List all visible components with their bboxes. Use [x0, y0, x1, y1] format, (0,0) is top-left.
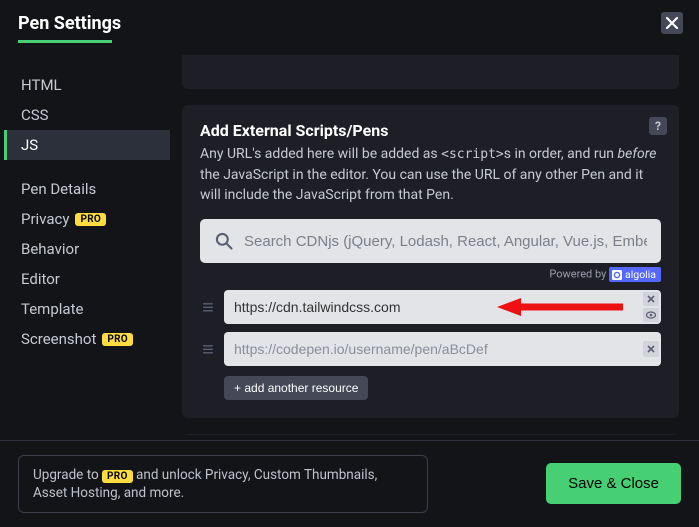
algolia-badge[interactable]: algolia — [609, 267, 661, 282]
sidebar-item-label: Behavior — [21, 240, 79, 258]
cdn-search-row — [200, 219, 661, 263]
panel-description: Any URL's added here will be added as <s… — [200, 144, 661, 205]
sidebar-item-pen-details[interactable]: Pen Details — [4, 174, 170, 204]
pro-badge: PRO — [75, 213, 106, 226]
cdn-search-input[interactable] — [244, 233, 647, 250]
drag-handle-icon[interactable]: ≡ — [200, 303, 216, 312]
sidebar-item-label: Pen Details — [21, 180, 96, 198]
sidebar-item-label: Template — [21, 300, 83, 318]
sidebar-item-screenshot[interactable]: Screenshot PRO — [4, 324, 170, 354]
resource-url-input[interactable] — [224, 332, 661, 366]
algolia-icon — [612, 270, 622, 280]
sidebar-item-label: CSS — [21, 106, 49, 124]
settings-content[interactable]: ? Add External Scripts/Pens Any URL's ad… — [170, 55, 697, 435]
view-resource-button[interactable] — [643, 308, 659, 322]
resource-row: ≡ — [200, 290, 661, 324]
close-icon — [647, 295, 655, 303]
external-scripts-panel: ? Add External Scripts/Pens Any URL's ad… — [182, 105, 679, 418]
sidebar-item-behavior[interactable]: Behavior — [4, 234, 170, 264]
remove-resource-button[interactable] — [643, 341, 659, 357]
prev-panel-stub — [182, 55, 679, 89]
sidebar-item-label: JS — [21, 136, 38, 154]
modal-footer: Upgrade to PRO and unlock Privacy, Custo… — [0, 440, 699, 527]
modal-title: Pen Settings — [18, 13, 121, 34]
sidebar-item-label: Screenshot — [21, 330, 96, 348]
close-icon — [647, 345, 655, 353]
help-button[interactable]: ? — [649, 117, 667, 135]
sidebar-item-css[interactable]: CSS — [4, 100, 170, 130]
sidebar-item-label: HTML — [21, 76, 62, 94]
modal-body: HTML CSS JS Pen Details Privacy PRO Behav… — [0, 55, 699, 435]
panel-title: Add External Scripts/Pens — [200, 121, 661, 140]
resource-url-input[interactable] — [224, 290, 661, 324]
close-icon — [666, 17, 678, 29]
search-icon — [214, 231, 234, 251]
sidebar-item-label: Editor — [21, 270, 60, 288]
pro-badge: PRO — [102, 470, 133, 483]
pen-settings-modal: Pen Settings HTML CSS JS Pen Details Pri… — [0, 0, 699, 527]
sidebar-item-js[interactable]: JS — [4, 130, 170, 160]
resource-row: ≡ — [200, 332, 661, 366]
sidebar-item-html[interactable]: HTML — [4, 70, 170, 100]
sidebar-item-privacy[interactable]: Privacy PRO — [4, 204, 170, 234]
settings-sidebar: HTML CSS JS Pen Details Privacy PRO Behav… — [0, 55, 170, 435]
close-button[interactable] — [661, 12, 683, 34]
pro-badge: PRO — [102, 333, 133, 346]
sidebar-item-label: Privacy — [21, 210, 69, 228]
save-close-button[interactable]: Save & Close — [546, 463, 681, 504]
sidebar-item-template[interactable]: Template — [4, 294, 170, 324]
upgrade-upsell[interactable]: Upgrade to PRO and unlock Privacy, Custo… — [18, 455, 428, 513]
header-accent-line — [18, 40, 112, 43]
powered-by: Powered by algolia — [200, 267, 661, 282]
drag-handle-icon[interactable]: ≡ — [200, 345, 216, 354]
modal-header: Pen Settings — [0, 0, 699, 40]
sidebar-item-editor[interactable]: Editor — [4, 264, 170, 294]
add-packages-panel: ? Add Packages — [182, 434, 679, 435]
add-resource-button[interactable]: + add another resource — [224, 376, 368, 400]
remove-resource-button[interactable] — [643, 292, 659, 306]
eye-icon — [646, 311, 656, 319]
